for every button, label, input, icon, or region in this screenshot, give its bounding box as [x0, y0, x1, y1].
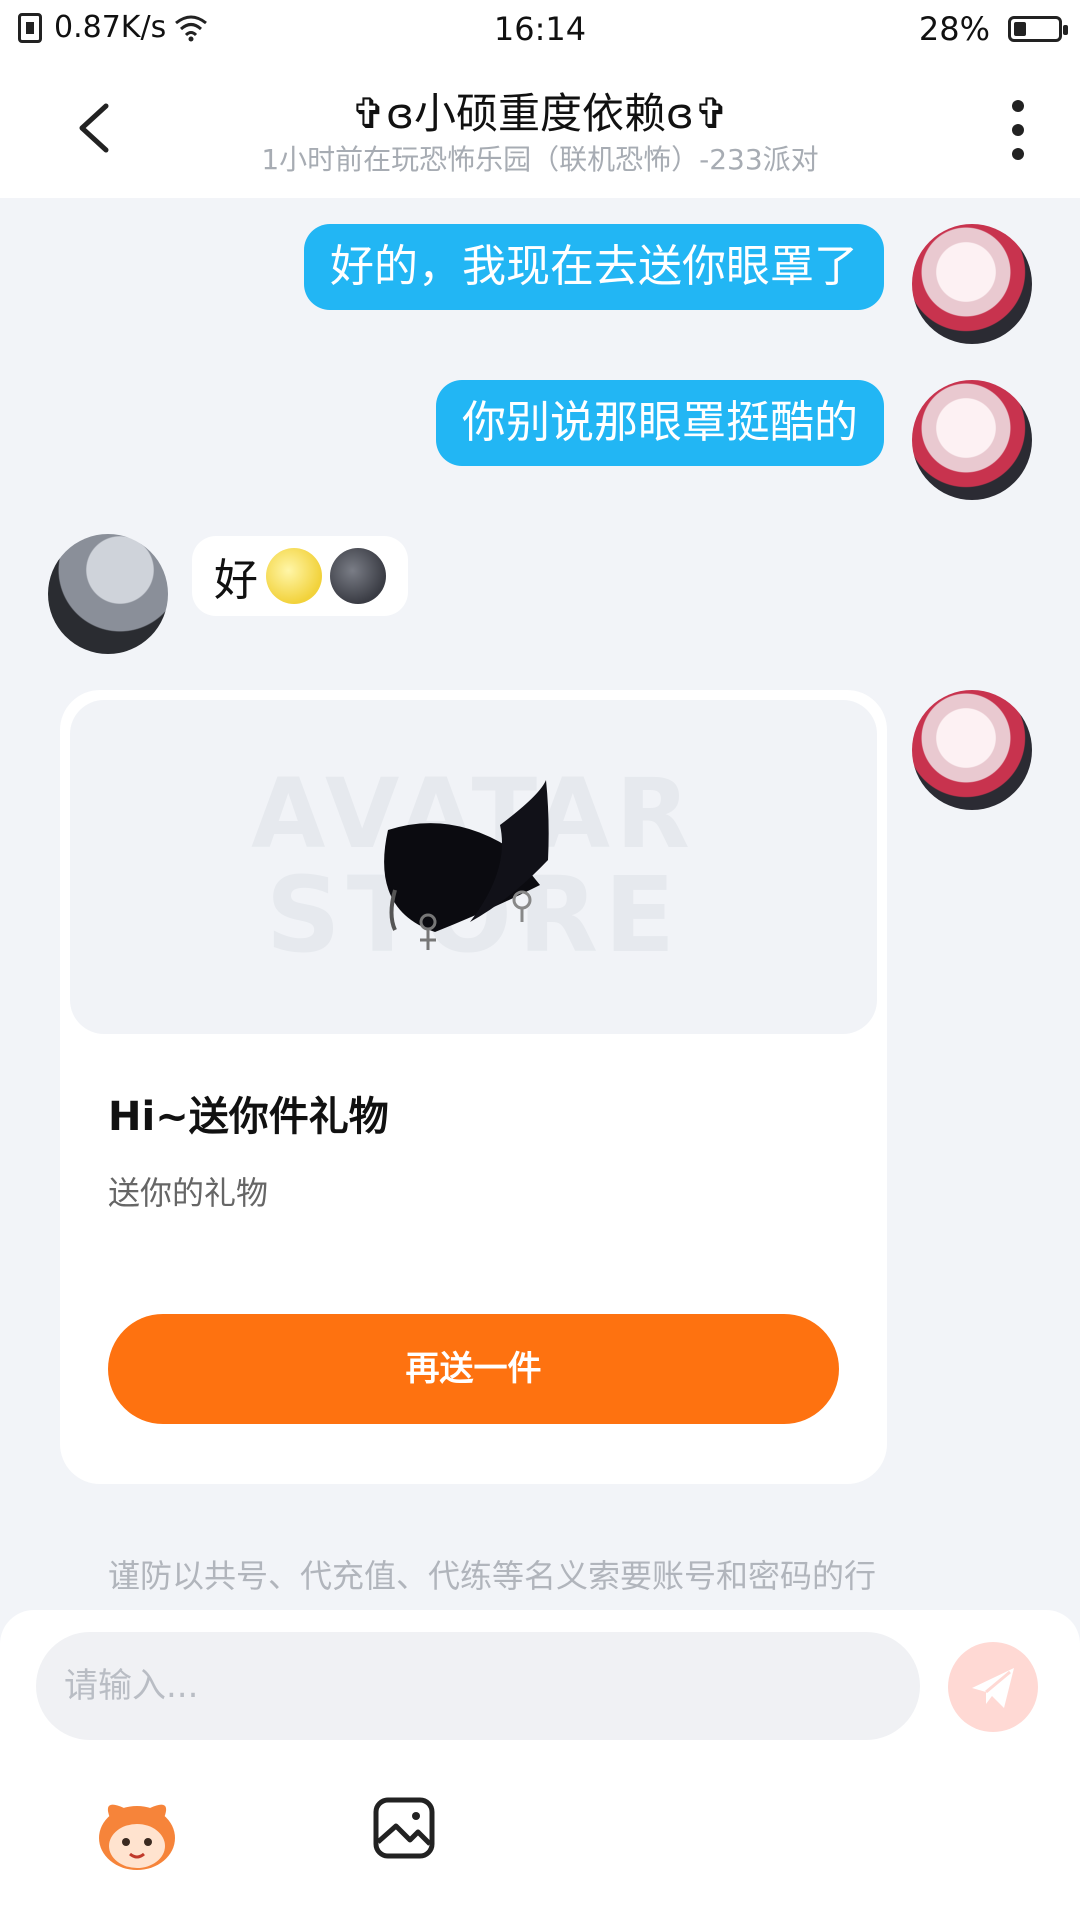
my-avatar[interactable]: [912, 690, 1032, 810]
status-right: 28%: [918, 10, 1068, 48]
message-input[interactable]: [36, 1632, 920, 1740]
gift-description: 送你的礼物: [108, 1174, 269, 1212]
send-another-gift-button[interactable]: 再送一件: [108, 1314, 839, 1424]
eye-mask-image: [384, 780, 549, 950]
paper-plane-icon: [972, 1668, 1014, 1708]
dot-icon: [1012, 148, 1024, 160]
gift-card[interactable]: AVATAR STORE Hi~送你件礼物 送你的礼物 再送一件: [60, 690, 887, 1484]
chat-title: ✞ɞ小硕重度依赖ɞ✞: [350, 89, 730, 138]
my-avatar[interactable]: [912, 380, 1032, 500]
composer: [0, 1610, 1080, 1920]
chat-header: ✞ɞ小硕重度依赖ɞ✞ 1小时前在玩恐怖乐园（联机恐怖）-233派对: [0, 58, 1080, 198]
emoji-mascot-button[interactable]: [94, 1794, 180, 1874]
status-bar: 0.87K/s 16:14 28%: [0, 0, 1080, 58]
message-bubble-sent[interactable]: 你别说那眼罩挺酷的: [436, 380, 884, 466]
battery-level: [1014, 22, 1026, 36]
battery-icon: [1008, 16, 1068, 42]
mascot-icon: [99, 1804, 175, 1870]
gift-title: Hi~送你件礼物: [108, 1094, 389, 1140]
message-bubble-received[interactable]: 好: [192, 536, 408, 616]
safety-notice: 谨防以共号、代充值、代练等名义索要账号和密码的行: [108, 1557, 877, 1595]
message-text: 好: [214, 555, 258, 606]
new-moon-face-emoji-icon: [330, 548, 386, 604]
sun-face-emoji-icon: [266, 548, 322, 604]
battery-percent: 28%: [918, 10, 990, 48]
more-options-button[interactable]: [1006, 100, 1030, 160]
send-button[interactable]: [948, 1642, 1038, 1732]
image-icon: [373, 1797, 435, 1859]
dot-icon: [1012, 124, 1024, 136]
my-avatar[interactable]: [912, 224, 1032, 344]
contact-avatar[interactable]: [48, 534, 168, 654]
image-picker-button[interactable]: [372, 1796, 436, 1860]
gift-image: AVATAR STORE: [70, 700, 877, 1034]
message-bubble-sent[interactable]: 好的，我现在去送你眼罩了: [304, 224, 884, 310]
dot-icon: [1012, 100, 1024, 112]
chat-subtitle: 1小时前在玩恐怖乐园（联机恐怖）-233派对: [261, 143, 819, 176]
